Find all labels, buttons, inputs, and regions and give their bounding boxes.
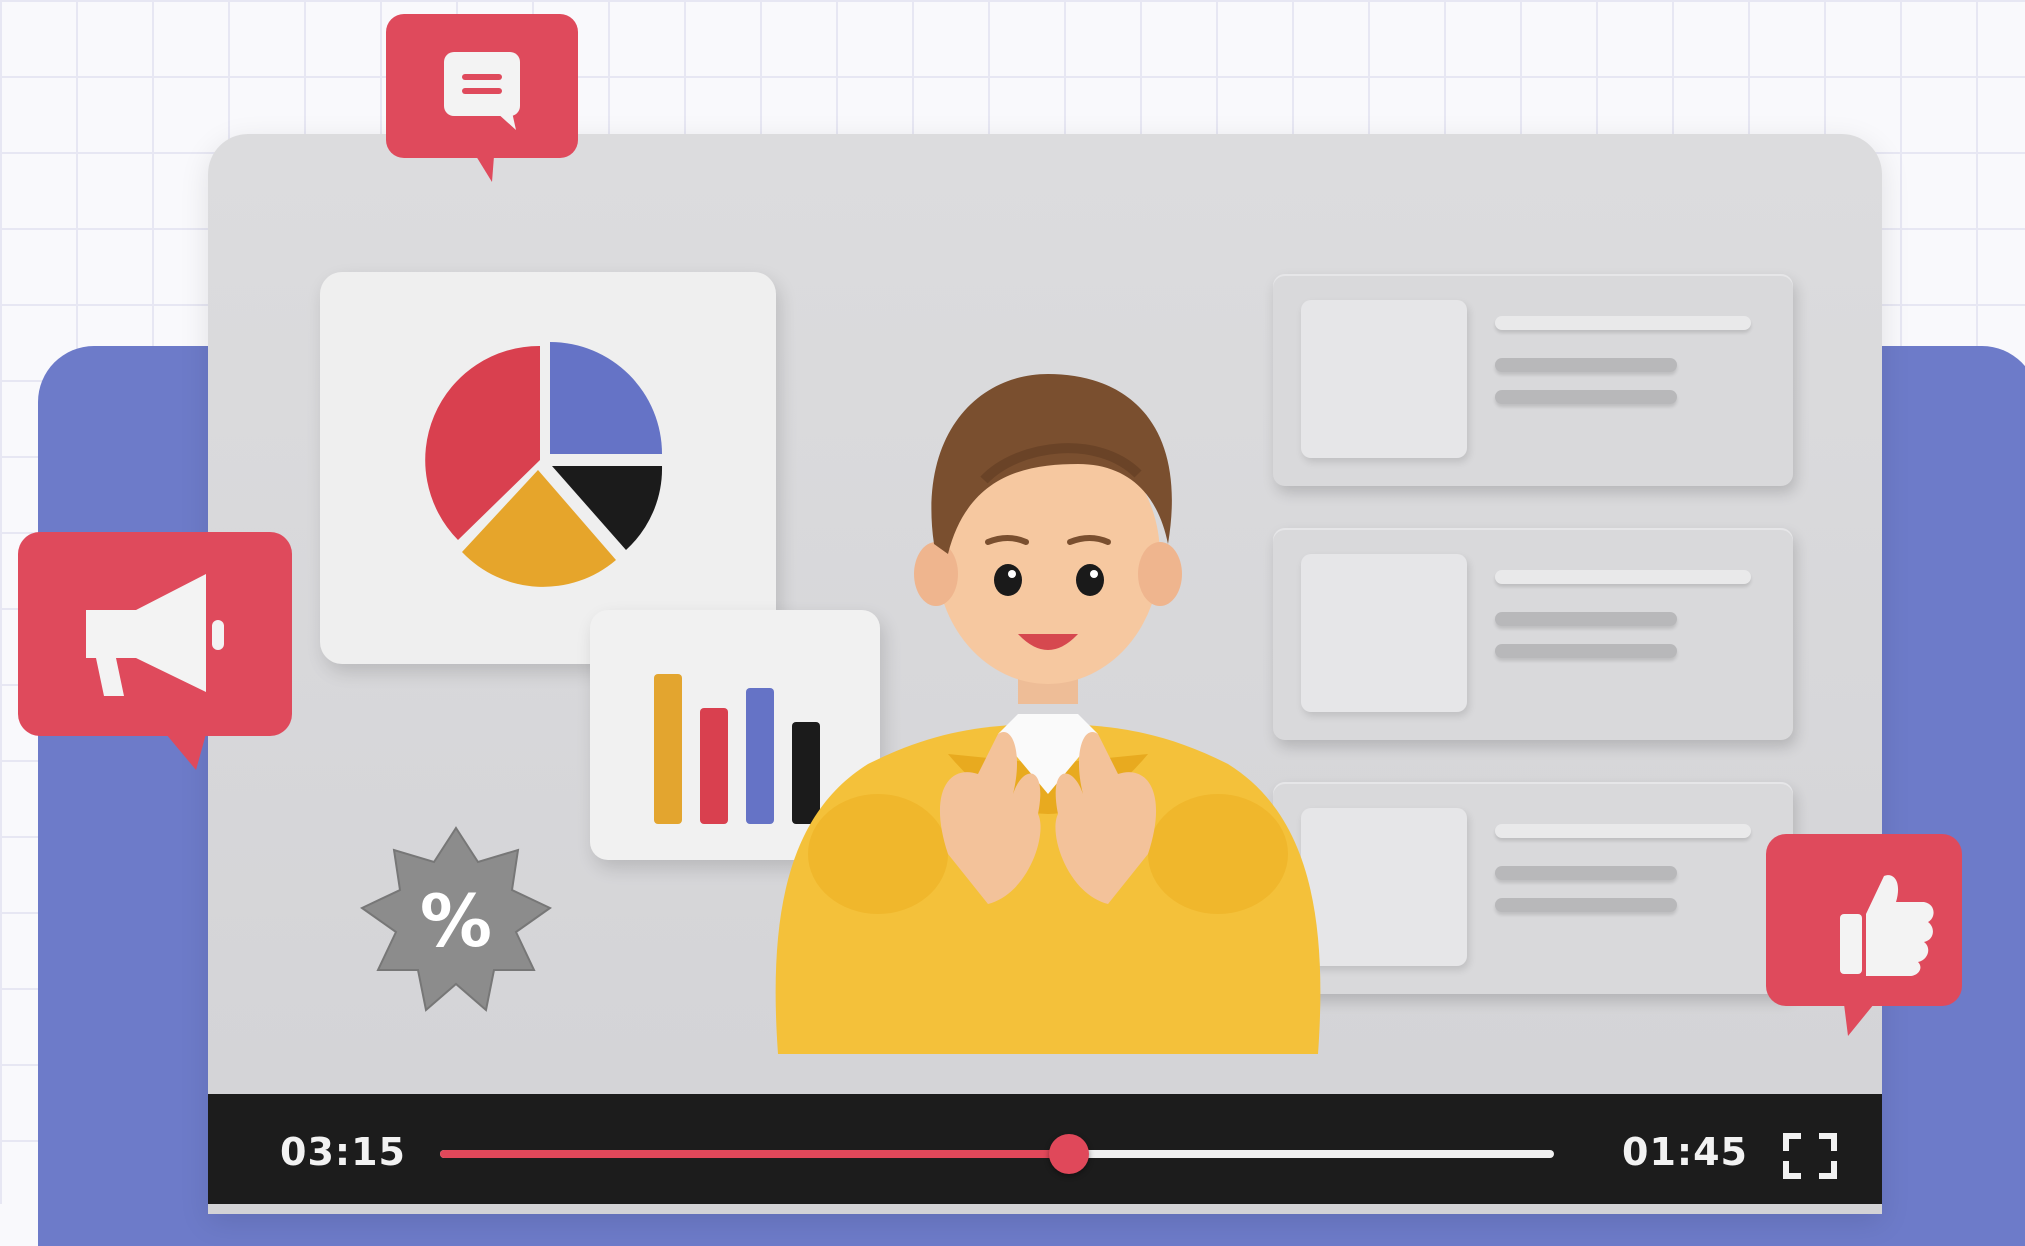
list-card-line xyxy=(1495,824,1751,838)
progress-fill xyxy=(440,1150,1070,1158)
list-card-line xyxy=(1495,316,1751,330)
comment-bubble[interactable] xyxy=(384,12,580,184)
progress-thumb[interactable] xyxy=(1049,1134,1090,1174)
announcement-bubble[interactable] xyxy=(16,530,296,770)
remaining-time: 01:45 xyxy=(1622,1130,1748,1174)
fullscreen-icon[interactable] xyxy=(1782,1132,1838,1180)
list-card-line xyxy=(1495,644,1677,658)
bar-orange xyxy=(654,674,682,824)
list-card xyxy=(1273,274,1793,486)
percent-symbol: % xyxy=(420,879,492,963)
video-controls: 03:15 01:45 xyxy=(208,1094,1882,1204)
list-card-line xyxy=(1495,390,1677,404)
list-card-line xyxy=(1495,570,1751,584)
list-card-line xyxy=(1495,612,1677,626)
list-card-line xyxy=(1495,898,1677,912)
pie-slice-blue xyxy=(550,342,662,454)
list-card xyxy=(1273,528,1793,740)
list-card-line xyxy=(1495,866,1677,880)
percent-badge: % xyxy=(360,826,552,1012)
list-card-line xyxy=(1495,358,1677,372)
video-screen[interactable]: % xyxy=(208,134,1882,1214)
presenter-character xyxy=(775,374,1321,1054)
list-card xyxy=(1273,782,1793,994)
pie-chart xyxy=(425,342,663,587)
progress-track[interactable] xyxy=(440,1134,1554,1174)
bar-red xyxy=(700,708,728,824)
pie-chart-card xyxy=(320,272,776,664)
elapsed-time: 03:15 xyxy=(280,1130,406,1174)
like-bubble[interactable] xyxy=(1764,832,1964,1036)
